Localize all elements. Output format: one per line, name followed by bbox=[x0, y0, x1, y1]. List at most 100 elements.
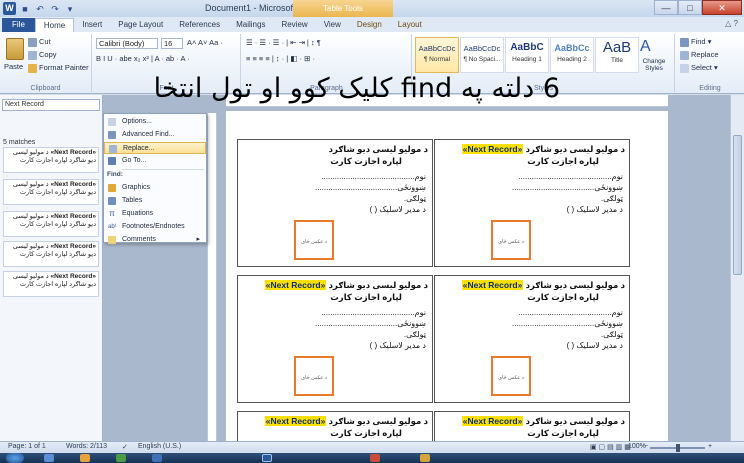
minimize-button[interactable]: — bbox=[654, 0, 678, 15]
options-icon bbox=[108, 118, 116, 126]
class-line: ټولګی. bbox=[403, 330, 426, 339]
taskbar bbox=[0, 453, 744, 463]
status-bar: Page: 1 of 1 Words: 2/113 ✓ English (U.S… bbox=[0, 441, 744, 453]
card-cell[interactable]: د مولیو لیسی دیو شاګرد «Next Record» لپا… bbox=[237, 411, 433, 441]
tab-insert[interactable]: Insert bbox=[74, 18, 110, 32]
taskbar-app-icon[interactable] bbox=[152, 454, 162, 462]
paste-button[interactable]: Paste bbox=[4, 62, 23, 71]
cut-button[interactable]: Cut bbox=[28, 37, 51, 47]
language-indicator[interactable]: English (U.S.) bbox=[138, 443, 181, 450]
search-result-item[interactable]: «Next Record» د مولیو لیسی دیو شاګرد لپا… bbox=[3, 179, 99, 205]
copy-icon bbox=[28, 50, 37, 60]
view-buttons[interactable]: ▣ ▢ ▤ ▥ ▦ bbox=[590, 443, 631, 451]
taskbar-app-icon[interactable] bbox=[44, 454, 54, 462]
list-indent-row[interactable]: ☰ · ☰ · ☰ · | ⇤ ⇥ | ↕ ¶ bbox=[246, 38, 321, 47]
style-sample: AaBbCcDc bbox=[418, 44, 456, 53]
style-title[interactable]: AaB Title bbox=[595, 37, 639, 73]
select-button[interactable]: Select ▾ bbox=[680, 63, 718, 73]
tab-home[interactable]: Home bbox=[34, 18, 75, 32]
tab-layout[interactable]: Layout bbox=[390, 18, 430, 32]
menu-item-graphics[interactable]: Graphics bbox=[104, 182, 206, 194]
card-title: د مولیو لیسی دیو شاګرد «Next Record» bbox=[439, 280, 625, 291]
document-page[interactable]: د مولیو لیسی دیو شاګرد لپاره اجازت کارت … bbox=[226, 111, 668, 441]
word-count[interactable]: Words: 2/113 bbox=[66, 443, 107, 450]
card-cell[interactable]: د مولیو لیسی دیو شاګرد «Next Record» لپا… bbox=[237, 275, 433, 403]
style-normal[interactable]: AaBbCcDc ¶ Normal bbox=[415, 37, 459, 73]
menu-item-label: Replace... bbox=[123, 145, 155, 152]
search-result-item[interactable]: «Next Record» د مولیو لیسی دیو شاګرد لپا… bbox=[3, 211, 99, 237]
style-heading-2[interactable]: AaBbCc Heading 2 bbox=[550, 37, 594, 73]
menu-item-label: Comments bbox=[122, 236, 156, 243]
tab-mailings[interactable]: Mailings bbox=[228, 18, 273, 32]
copy-button[interactable]: Copy bbox=[28, 50, 57, 60]
next-record-field[interactable]: «Next Record» bbox=[461, 416, 524, 426]
search-result-item[interactable]: «Next Record» د مولیو لیسی دیو شاګرد لپا… bbox=[3, 241, 99, 267]
change-styles-icon[interactable]: A bbox=[640, 38, 651, 56]
page-count[interactable]: Page: 1 of 1 bbox=[8, 443, 46, 450]
arrow-right-icon bbox=[108, 157, 116, 165]
search-result-item[interactable]: «Next Record» د مولیو لیسی دیو شاګرد لپا… bbox=[3, 271, 99, 297]
taskbar-app-icon[interactable] bbox=[370, 454, 380, 462]
zoom-in-button[interactable]: + bbox=[708, 443, 712, 450]
font-size-combo[interactable]: 16 bbox=[161, 38, 183, 49]
grow-shrink-font-icon[interactable]: A˄ A˅ Aa · bbox=[187, 38, 223, 47]
proofing-icon[interactable]: ✓ bbox=[122, 443, 128, 451]
next-record-field[interactable]: «Next Record» bbox=[264, 280, 327, 290]
next-record-field[interactable]: «Next Record» bbox=[264, 416, 327, 426]
menu-item-footnotes[interactable]: ab¹ Footnotes/Endnotes bbox=[104, 221, 206, 233]
word-logo-icon[interactable]: W bbox=[3, 2, 16, 15]
style-heading-1[interactable]: AaBbC Heading 1 bbox=[505, 37, 549, 73]
tab-references[interactable]: References bbox=[171, 18, 228, 32]
menu-item-replace[interactable]: Replace... bbox=[104, 142, 206, 154]
tab-review[interactable]: Review bbox=[273, 18, 315, 32]
taskbar-word-icon[interactable] bbox=[262, 454, 272, 462]
tab-design[interactable]: Design bbox=[349, 18, 390, 32]
name-line: نوم.....................................… bbox=[321, 308, 426, 317]
customize-qat-icon[interactable]: ▾ bbox=[64, 3, 76, 15]
menu-item-go-to[interactable]: Go To... bbox=[104, 155, 206, 167]
zoom-out-button[interactable]: − bbox=[644, 443, 648, 450]
save-icon[interactable]: ■ bbox=[19, 3, 31, 15]
maximize-button[interactable]: □ bbox=[678, 0, 702, 15]
menu-item-options[interactable]: Options... bbox=[104, 116, 206, 128]
zoom-slider-knob[interactable] bbox=[676, 444, 680, 452]
name-line: نوم.....................................… bbox=[518, 172, 623, 181]
replace-button[interactable]: Replace bbox=[680, 50, 719, 60]
paste-icon[interactable] bbox=[6, 38, 24, 60]
card-cell[interactable]: د مولیو لیسی دیو شاګرد «Next Record» لپا… bbox=[434, 139, 630, 267]
menu-item-equations[interactable]: π Equations bbox=[104, 208, 206, 220]
card-cell[interactable]: د مولیو لیسی دیو شاګرد «Next Record» لپا… bbox=[434, 411, 630, 441]
taskbar-app-icon[interactable] bbox=[80, 454, 90, 462]
menu-item-tables[interactable]: Tables bbox=[104, 195, 206, 207]
format-painter-button[interactable]: Format Painter bbox=[28, 63, 89, 73]
menu-item-advanced-find[interactable]: Advanced Find... bbox=[104, 129, 206, 141]
style-no-spacing[interactable]: AaBbCcDc ¶ No Spaci... bbox=[460, 37, 504, 73]
card-cell[interactable]: د مولیو لیسی دیو شاګرد لپاره اجازت کارت … bbox=[237, 139, 433, 267]
next-record-field[interactable]: «Next Record» bbox=[461, 144, 524, 154]
find-button[interactable]: Find ▾ bbox=[680, 37, 711, 47]
close-button[interactable]: ✕ bbox=[702, 0, 742, 15]
redo-icon[interactable]: ↷ bbox=[49, 3, 61, 15]
next-record-field[interactable]: «Next Record» bbox=[461, 280, 524, 290]
change-styles-button[interactable]: Change Styles bbox=[637, 58, 671, 72]
card-cell[interactable]: د مولیو لیسی دیو شاګرد «Next Record» لپا… bbox=[434, 275, 630, 403]
taskbar-app-icon[interactable] bbox=[116, 454, 126, 462]
tab-page-layout[interactable]: Page Layout bbox=[110, 18, 171, 32]
tab-view[interactable]: View bbox=[316, 18, 349, 32]
font-format-row[interactable]: B I U · abe x₂ x² | A · ab · A · bbox=[96, 54, 190, 63]
tab-file[interactable]: File bbox=[2, 18, 35, 32]
menu-item-label: Graphics bbox=[122, 184, 151, 191]
start-button[interactable] bbox=[6, 453, 24, 463]
font-name-combo[interactable]: Calibri (Body) bbox=[96, 38, 158, 49]
taskbar-app-icon[interactable] bbox=[420, 454, 430, 462]
vertical-ruler[interactable] bbox=[207, 113, 217, 441]
search-result-item[interactable]: «Next Record» د مولیو لیسی دیو شاګرد لپا… bbox=[3, 147, 99, 173]
menu-item-comments[interactable]: Comments ▸ bbox=[104, 234, 206, 246]
document-workspace: Next Record 5 matches ☰ ▦ ≡ «Next Record… bbox=[0, 95, 744, 441]
vertical-scrollbar[interactable] bbox=[730, 95, 744, 441]
card-title-text: د مولیو لیسی دیو شاګرد bbox=[328, 144, 428, 154]
alignment-row[interactable]: ≡ ≡ ≡ ≡ | ↕ · | ◧ · ⊞ · bbox=[246, 54, 315, 63]
undo-icon[interactable]: ↶ bbox=[34, 3, 46, 15]
help-icon[interactable]: △ ? bbox=[725, 19, 738, 28]
scrollbar-thumb[interactable] bbox=[733, 135, 742, 275]
